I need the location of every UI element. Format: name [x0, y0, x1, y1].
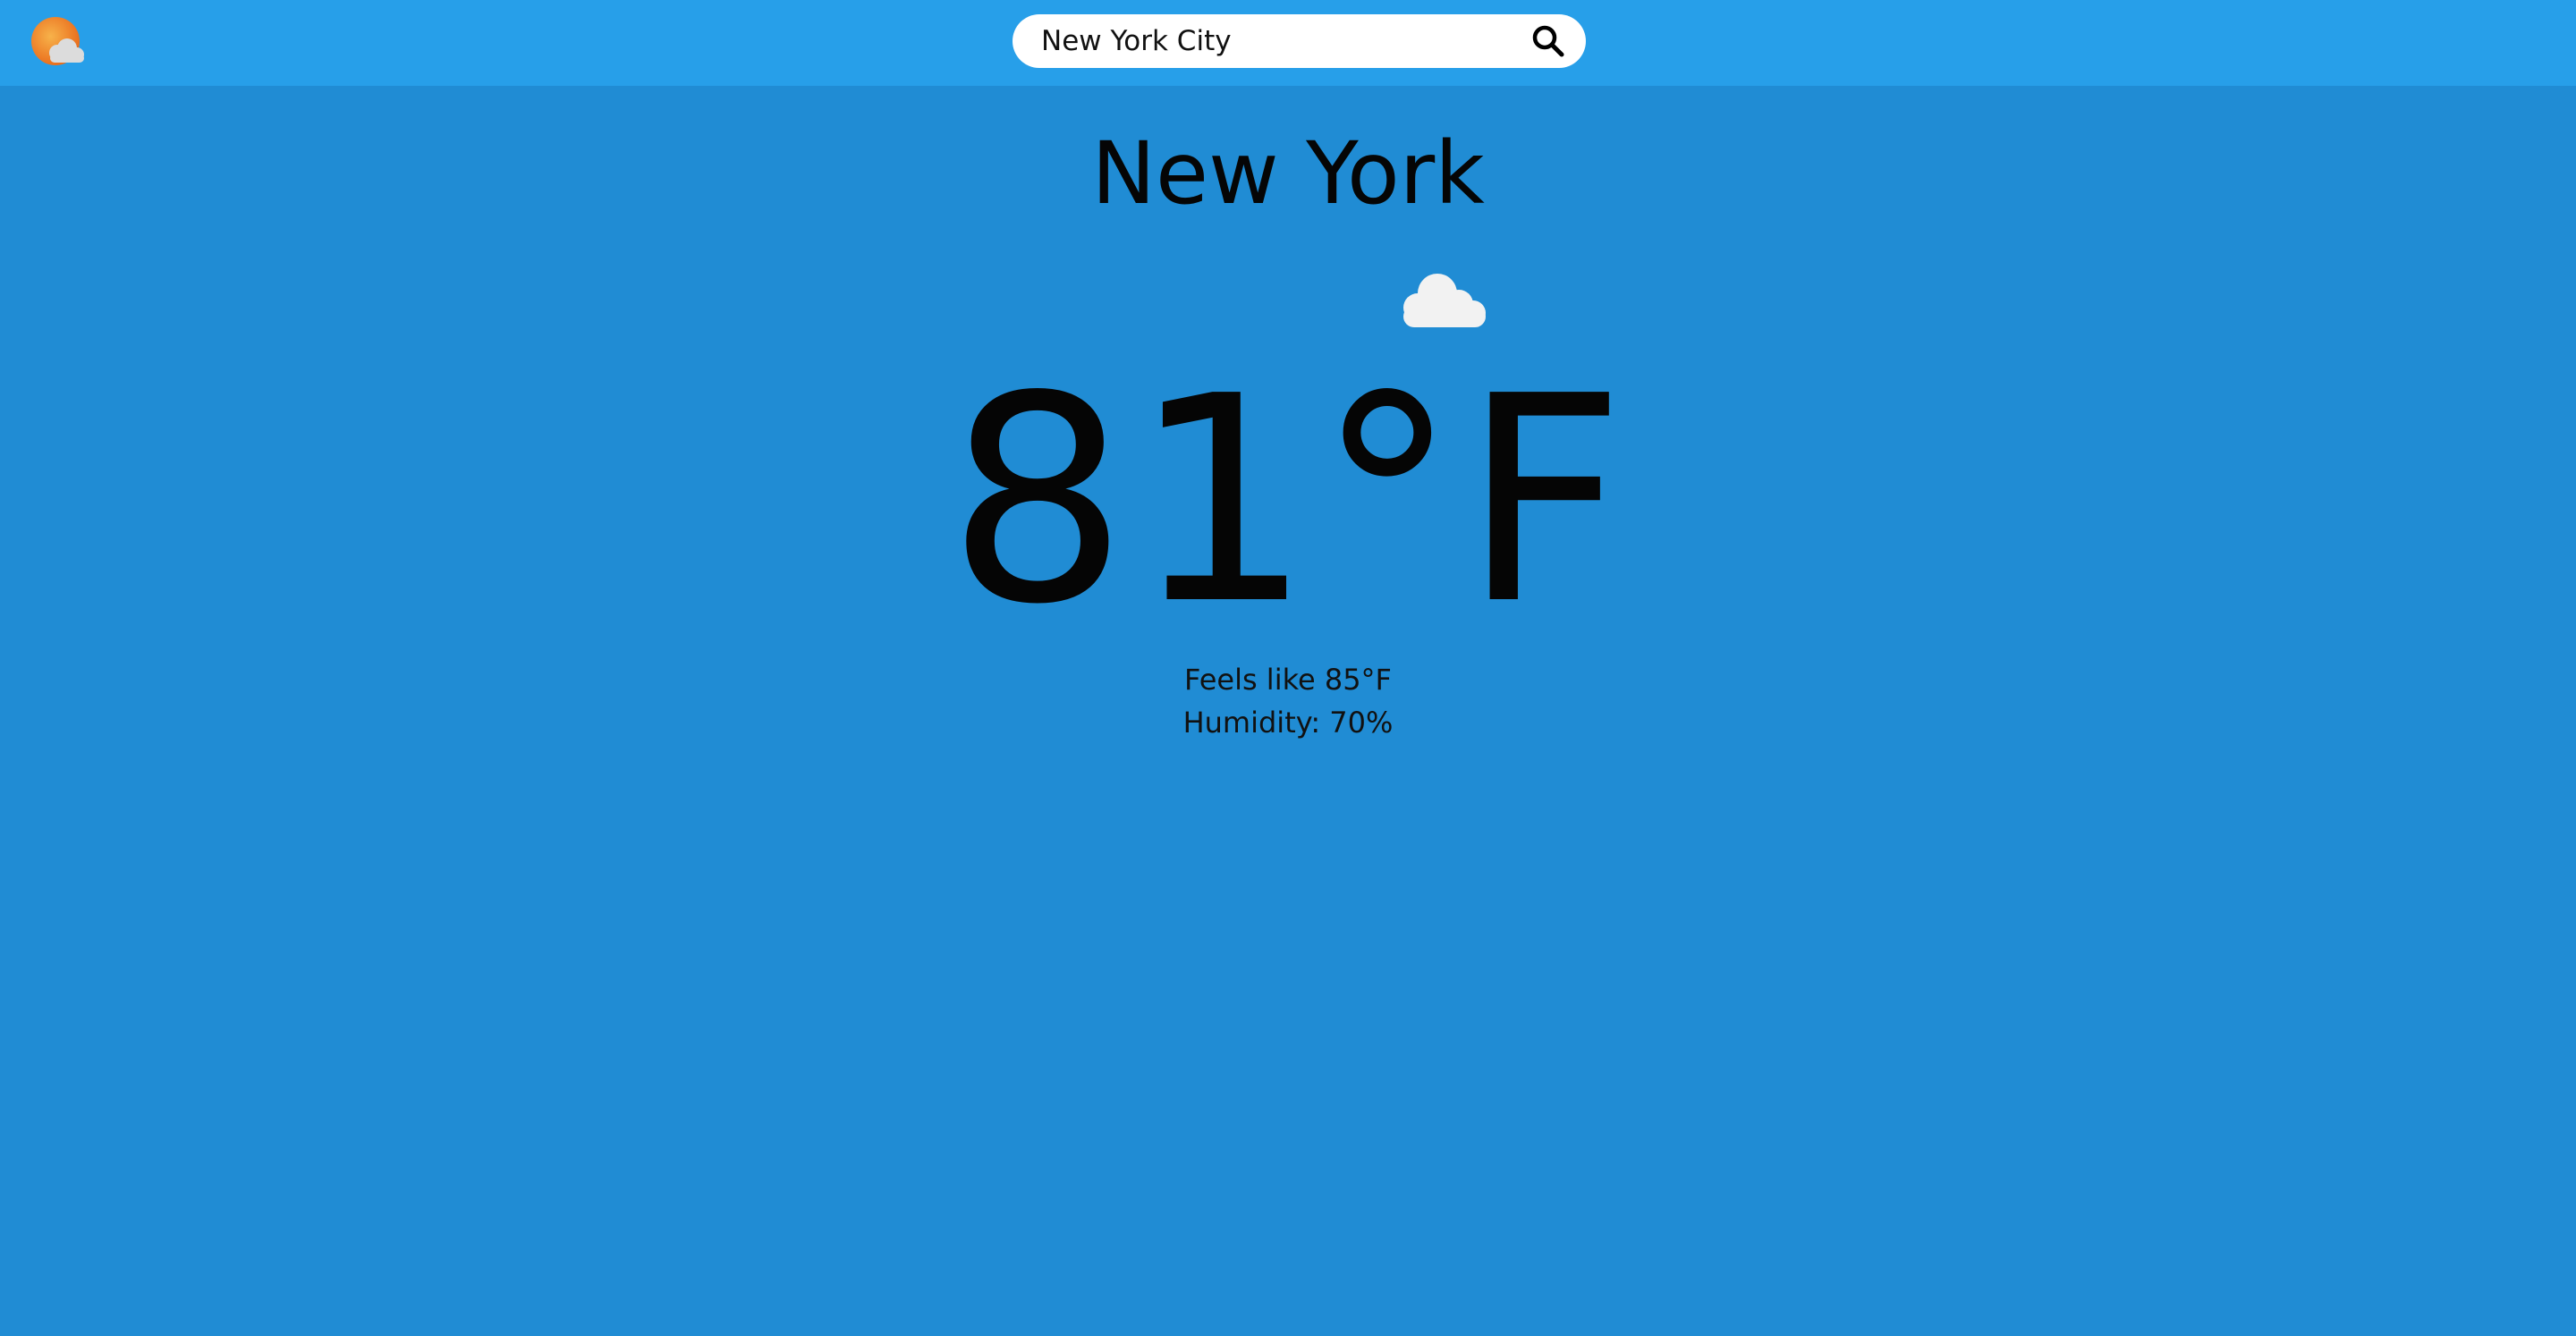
search-icon[interactable] [1530, 23, 1566, 59]
weather-details: Feels like 85°F Humidity: 70% [0, 658, 2576, 744]
feels-like: Feels like 85°F [1184, 663, 1392, 697]
cloud-icon [1400, 270, 1489, 329]
humidity: Humidity: 70% [1182, 706, 1394, 740]
app-header [0, 0, 2576, 86]
city-name: New York [1091, 123, 1485, 224]
search-bar [1013, 14, 1586, 68]
sun-cloud-icon[interactable] [30, 16, 88, 72]
current-temperature: 81°F [946, 335, 1630, 666]
search-input[interactable] [1041, 21, 1506, 61]
